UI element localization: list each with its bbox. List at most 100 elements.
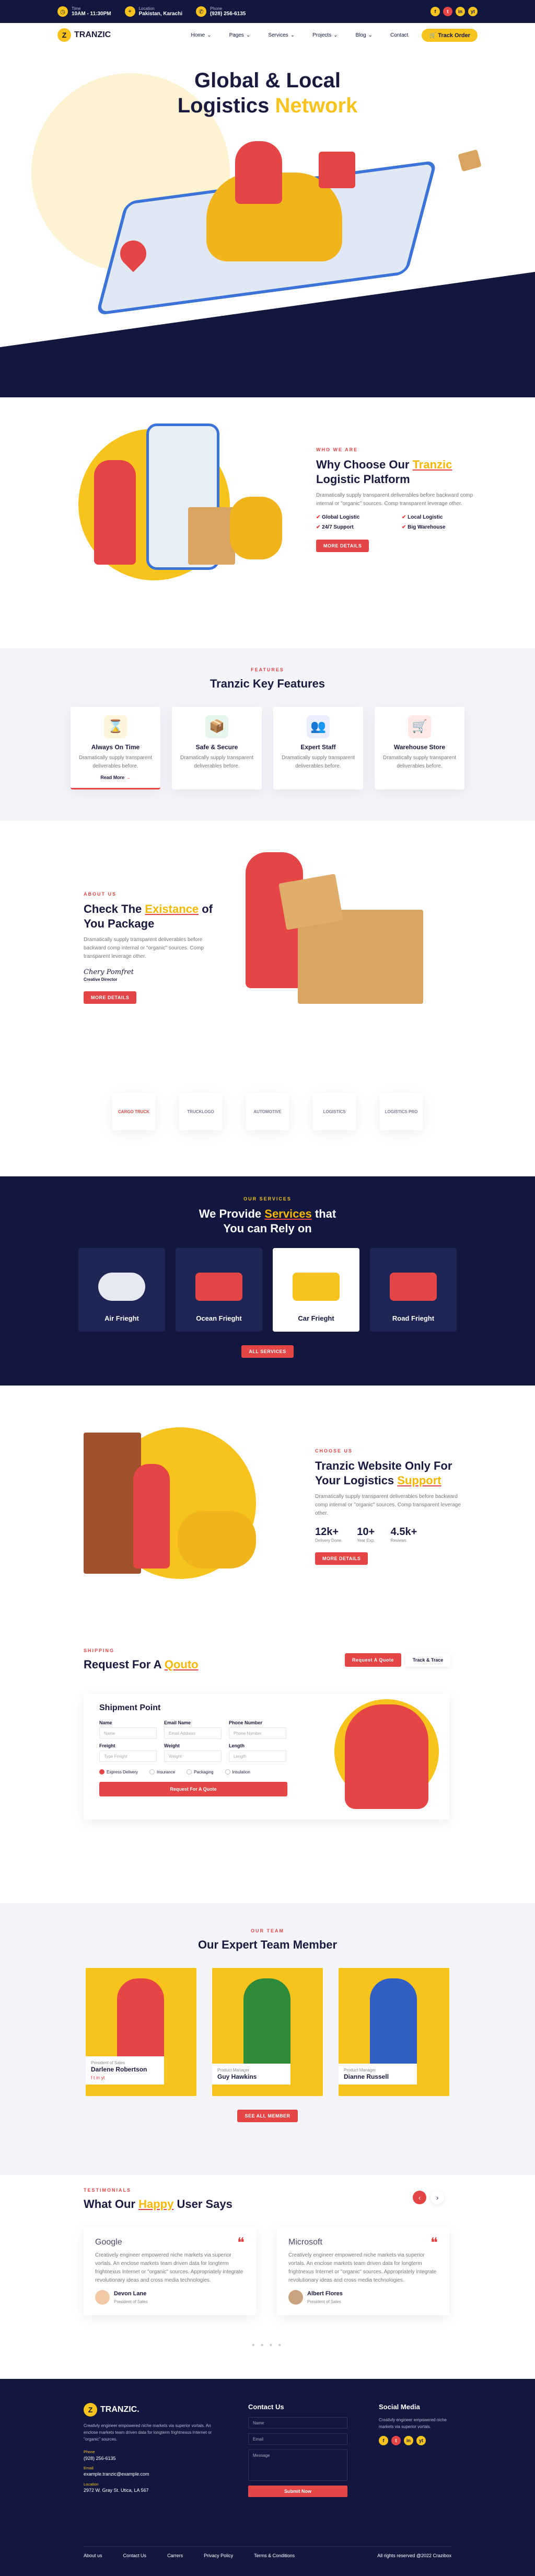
why-stats: 12k+ Delivery Done 10+ Year Exp. 4.5k+ Revi… xyxy=(315,1526,472,1543)
arrow-right-icon[interactable]: › xyxy=(431,2191,444,2204)
facebook-icon[interactable]: f xyxy=(379,2435,388,2445)
tab-track-trace[interactable]: Track & Trace xyxy=(405,1653,451,1667)
about-scooter xyxy=(230,497,282,559)
footer-name-input[interactable]: Name xyxy=(248,2417,347,2429)
footer-contact-info: Phone (928) 256-6135 Email example.tranzic… xyxy=(84,2449,149,2493)
arrow-left-icon[interactable]: ‹ xyxy=(413,2191,426,2204)
nav-pages[interactable]: Pages ⌄ xyxy=(229,32,251,38)
weight-input[interactable]: Weight xyxy=(164,1750,222,1762)
option-insurance[interactable]: Insurance xyxy=(149,1769,175,1774)
location-label: Location xyxy=(138,6,155,11)
option-insulation[interactable]: Insulation xyxy=(225,1769,250,1774)
email-input[interactable]: Email Address xyxy=(164,1727,222,1739)
facebook-icon[interactable]: f xyxy=(431,7,440,16)
footer-link-about[interactable]: About us xyxy=(84,2553,102,2558)
service-card-car[interactable]: Car Frieght xyxy=(273,1248,359,1332)
time-value: 10AM - 11:30PM xyxy=(72,11,111,17)
tab-request-quote[interactable]: Request A Quote xyxy=(345,1653,401,1667)
feature-card[interactable]: 🛒 Warehouse Store Dramatically supply tran… xyxy=(375,706,464,789)
footer-link-careers[interactable]: Carrers xyxy=(167,2553,183,2558)
twitter-icon[interactable]: t xyxy=(443,7,452,16)
team-card[interactable]: President of Sales Darlene Robertson f t i… xyxy=(86,1967,196,2096)
brand-logo-automotive[interactable]: AUTOMOTIVE xyxy=(246,1093,289,1130)
request-quote-button[interactable]: Request For A Quote xyxy=(99,1782,287,1796)
time-label: Time xyxy=(72,6,81,11)
footer-link-contact[interactable]: Contact Us xyxy=(123,2553,147,2558)
brand-logo-logistics-pro[interactable]: LOGISTICS PRO xyxy=(380,1093,423,1130)
footer: Z TRANZIC. Creativly engineer empowered n… xyxy=(0,2379,535,2576)
footer-submit-button[interactable]: Submit Now xyxy=(248,2486,347,2497)
why-scooter xyxy=(178,1511,256,1569)
linkedin-icon[interactable]: in xyxy=(456,7,465,16)
brand-logo-logistics[interactable]: LOGISTICS xyxy=(313,1093,356,1130)
footer-contact-form: Contact Us Name Email Message Submit Now xyxy=(248,2403,347,2497)
footer-link-privacy[interactable]: Privacy Policy xyxy=(204,2553,233,2558)
testimonials-title: What Our Happy User Says xyxy=(84,2197,232,2211)
team-card[interactable]: Product Manager Dianne Russell xyxy=(339,1967,449,2096)
footer-link-terms[interactable]: Terms & Conditions xyxy=(254,2553,295,2558)
ship-icon xyxy=(195,1273,242,1301)
testimonials-eyebrow: Testimonials xyxy=(84,2188,131,2193)
twitter-icon[interactable]: t xyxy=(391,2435,401,2445)
track-order-button[interactable]: 🛒 Track Order xyxy=(422,28,478,42)
phone-input[interactable]: Phone Number xyxy=(229,1727,286,1739)
quote-section: Shipping Request For A Qouto Request A Q… xyxy=(0,1631,535,1903)
check-icon: ✔ xyxy=(402,514,408,520)
quote-title: Request For A Qouto xyxy=(84,1658,199,1671)
about-checklist: ✔ Global Logistic ✔ Local Logistic ✔ 24/… xyxy=(316,514,446,530)
feature-card[interactable]: 👥 Expert Staff Dramatically supply transpa… xyxy=(273,706,363,789)
quote-header: Shipping Request For A Qouto xyxy=(84,1648,199,1672)
footer-social-links: f t in yt xyxy=(379,2435,457,2445)
footer-logo[interactable]: Z TRANZIC. xyxy=(84,2403,214,2417)
team-eyebrow: Our Team xyxy=(251,1928,284,1933)
cart-icon: 🛒 xyxy=(429,32,438,39)
service-card-road[interactable]: Road Frieght xyxy=(370,1248,457,1332)
all-services-button[interactable]: All Services xyxy=(241,1345,294,1358)
nav-blog[interactable]: Blog ⌄ xyxy=(356,32,373,38)
option-packaging[interactable]: Packaging xyxy=(187,1769,214,1774)
footer-message-input[interactable]: Message xyxy=(248,2449,347,2481)
brand-logo[interactable]: Z TRANZIC xyxy=(57,28,111,42)
linkedin-icon[interactable]: in xyxy=(404,2435,413,2445)
floating-box-icon xyxy=(458,149,482,172)
service-card-air[interactable]: Air Frieght xyxy=(78,1248,165,1332)
feature-card[interactable]: ⌛ Always On Time Dramatically supply trans… xyxy=(71,706,160,789)
member-social-icons[interactable]: f t in yt xyxy=(91,2075,159,2080)
see-all-member-button[interactable]: See All Member xyxy=(237,2109,298,2122)
services-eyebrow: Our Services xyxy=(243,1196,292,1201)
team-icon: 👥 xyxy=(307,715,330,738)
feature-cards: ⌛ Always On Time Dramatically supply trans… xyxy=(0,706,535,789)
location-pin-icon: ⌖ xyxy=(124,6,135,17)
cart-icon: 🛒 xyxy=(408,715,431,738)
name-input[interactable]: Name xyxy=(99,1727,157,1739)
brand-logo-trucklogo[interactable]: TRUCKLOGO xyxy=(179,1093,222,1130)
brand-logo-cargo-truck[interactable]: CARGO TRUCK xyxy=(112,1093,155,1130)
service-card-ocean[interactable]: Ocean Frieght xyxy=(176,1248,262,1332)
length-input[interactable]: Length xyxy=(229,1750,286,1762)
chevron-down-icon: ⌄ xyxy=(246,32,251,38)
existance-more-details-button[interactable]: More Details xyxy=(84,991,137,1004)
brand-logos: CARGO TRUCK TRUCKLOGO AUTOMOTIVE LOGISTI… xyxy=(0,1093,535,1130)
footer-about: Z TRANZIC. Creativly engineer empowered n… xyxy=(84,2403,214,2494)
footer-email-input[interactable]: Email xyxy=(248,2433,347,2445)
slider-dots[interactable]: ● ● ● ● xyxy=(0,2342,535,2348)
team-cards: President of Sales Darlene Robertson f t i… xyxy=(0,1967,535,2096)
option-express[interactable]: Express Delivery xyxy=(99,1769,138,1774)
quote-eyebrow: Shipping xyxy=(84,1648,115,1653)
about-section: Who We Are Why Choose Our Tranzic Logisti… xyxy=(0,397,535,648)
team-card[interactable]: Product Manager Guy Hawkins xyxy=(212,1967,323,2096)
nav-contact[interactable]: Contact xyxy=(390,32,408,38)
youtube-icon[interactable]: yt xyxy=(468,7,478,16)
check-icon: ✔ xyxy=(316,524,322,530)
nav-services[interactable]: Services ⌄ xyxy=(268,32,295,38)
nav-home[interactable]: Home ⌄ xyxy=(191,32,212,38)
youtube-icon[interactable]: yt xyxy=(416,2435,426,2445)
chevron-down-icon: ⌄ xyxy=(207,32,212,38)
about-more-details-button[interactable]: More Details xyxy=(316,540,369,552)
feature-card[interactable]: 📦 Safe & Secure Dramatically supply transp… xyxy=(172,706,262,789)
read-more-link[interactable]: Read More → xyxy=(78,775,153,780)
why-more-details-button[interactable]: More Details xyxy=(315,1552,368,1565)
freight-select[interactable]: Type Freight xyxy=(99,1750,157,1762)
about-eyebrow: Who We Are xyxy=(316,447,358,452)
nav-projects[interactable]: Projects ⌄ xyxy=(312,32,338,38)
